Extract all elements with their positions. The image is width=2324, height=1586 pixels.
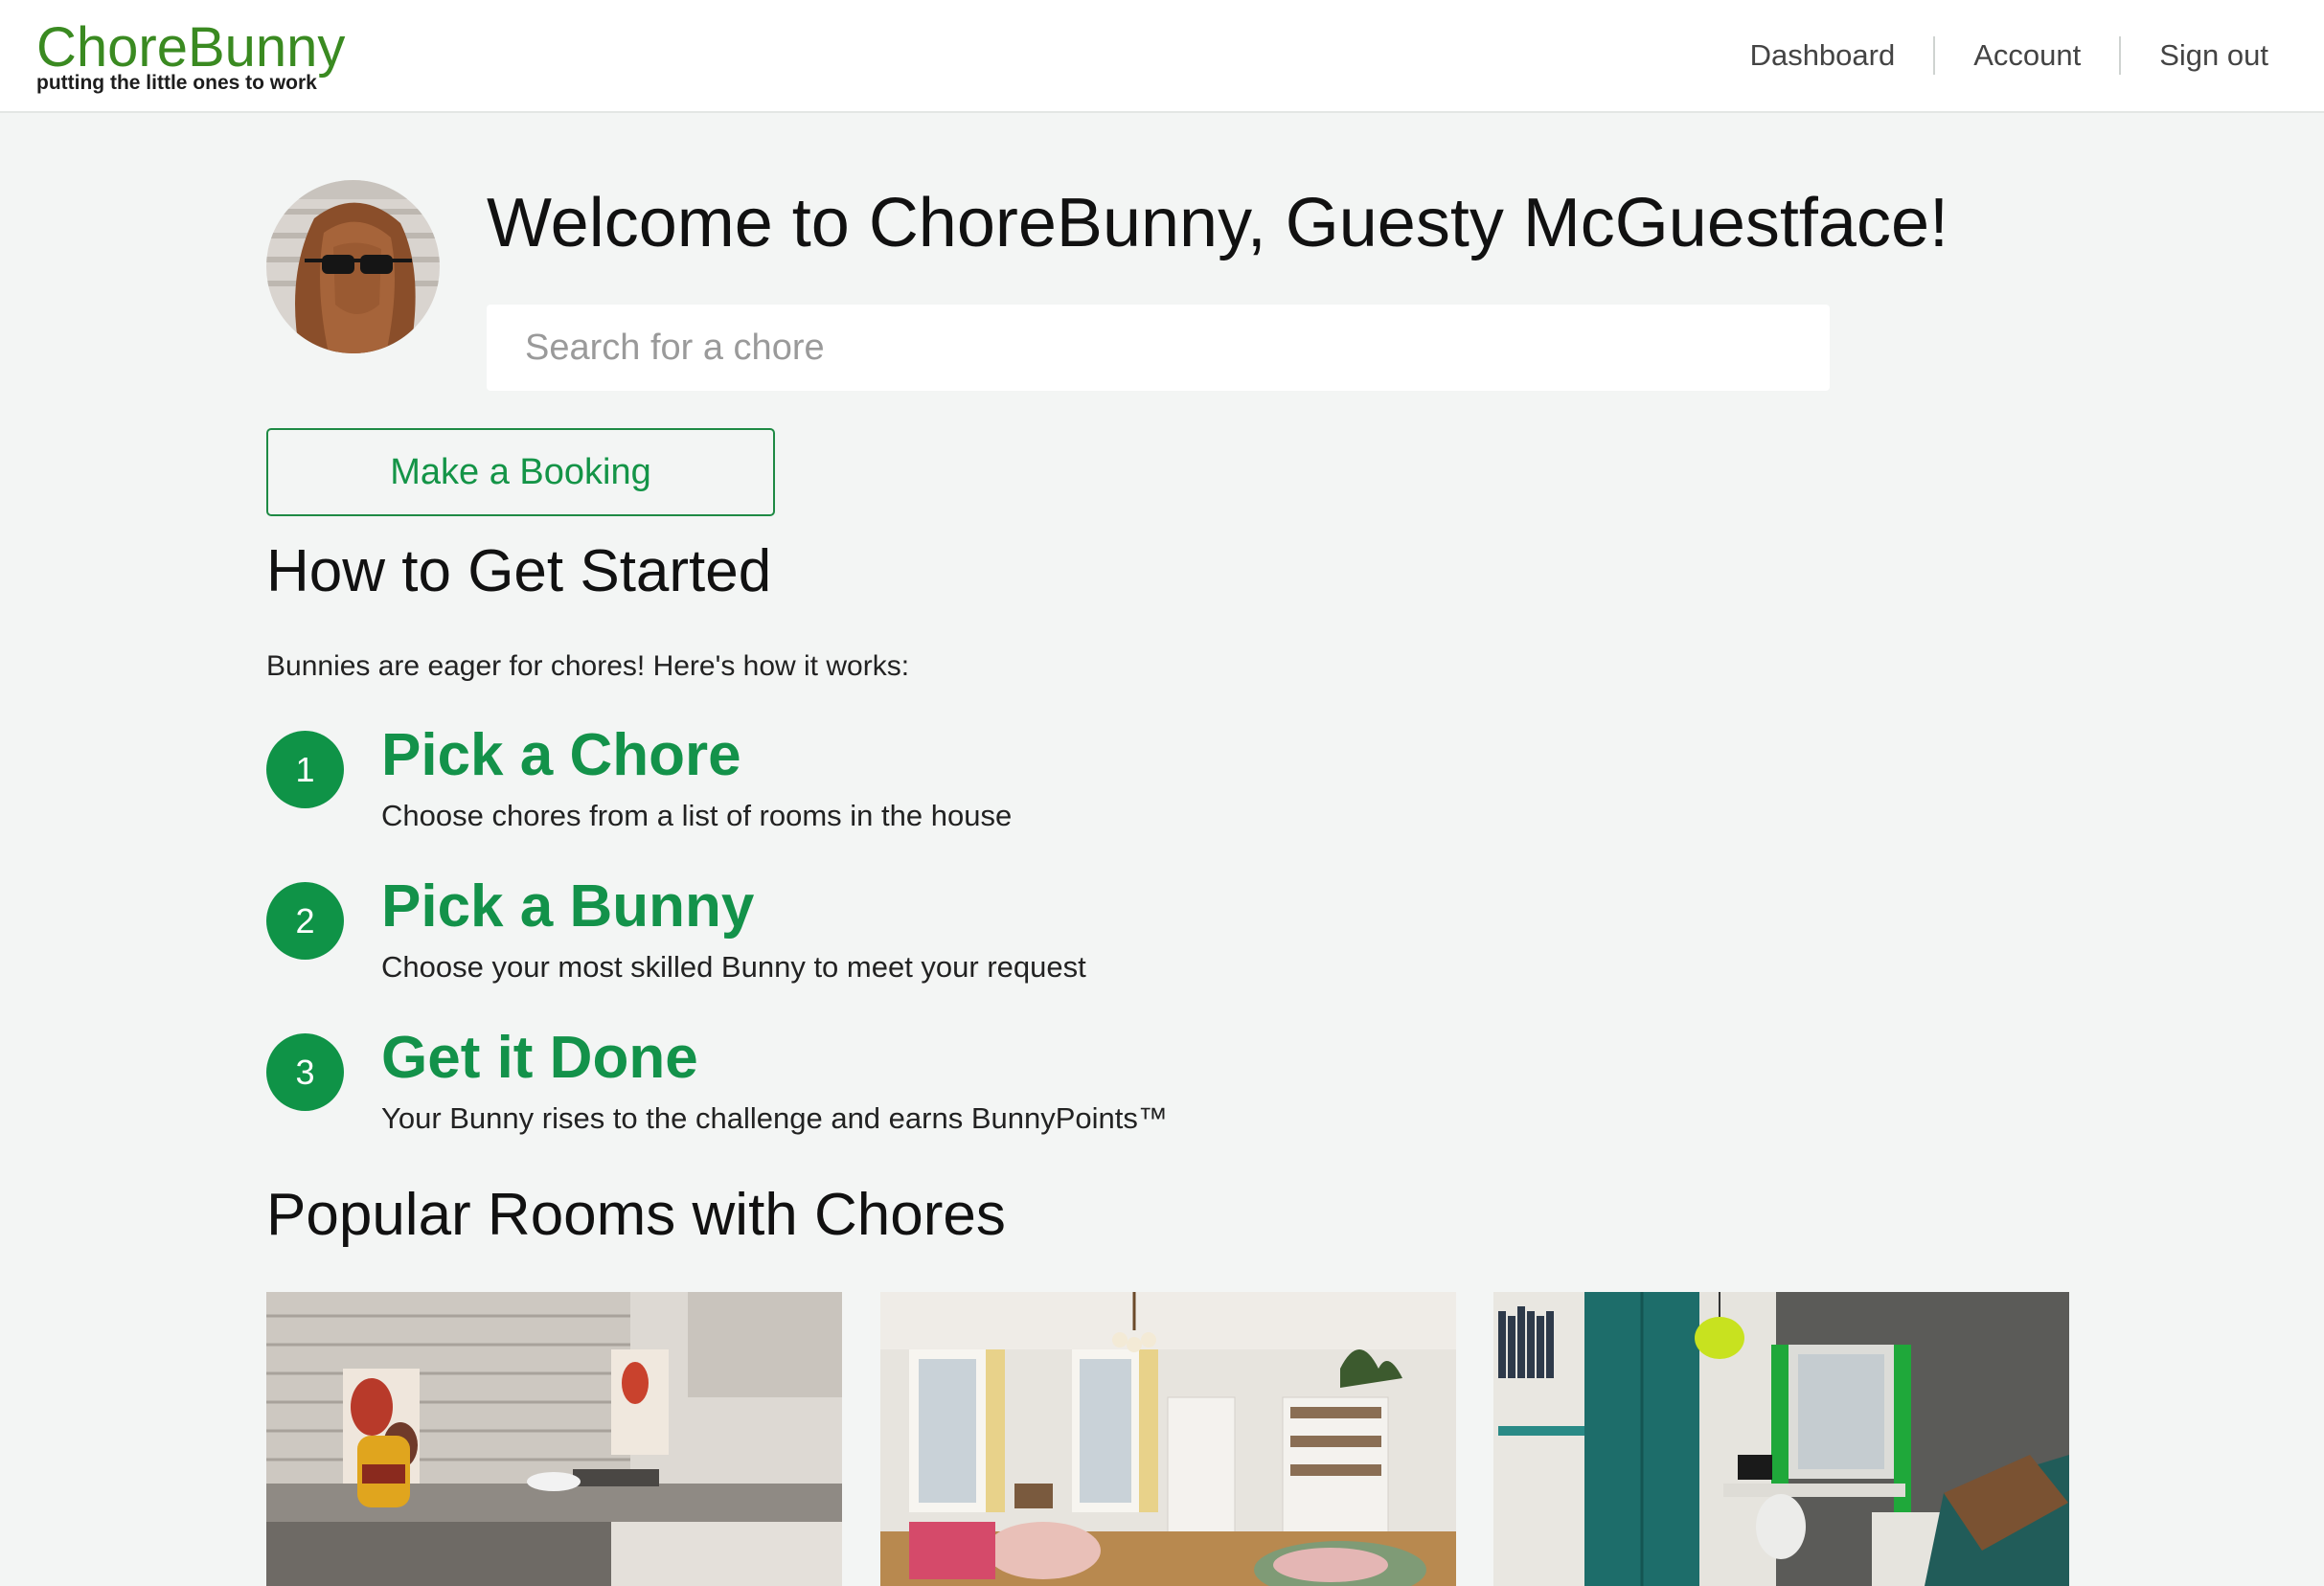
getting-started-intro: Bunnies are eager for chores! Here's how… (266, 650, 910, 682)
step-number-badge: 3 (266, 1033, 344, 1111)
nav-signout-link[interactable]: Sign out (2121, 36, 2288, 75)
bedroom-photo (1493, 1292, 2069, 1586)
step-title: Pick a Bunny (381, 873, 755, 940)
step-number-badge: 1 (266, 731, 344, 808)
step-item: 3 Get it Done Your Bunny rises to the ch… (266, 1025, 1320, 1143)
nav-links: Dashboard Account Sign out (1712, 34, 2288, 77)
brand-logo[interactable]: ChoreBunny putting the little ones to wo… (36, 17, 345, 94)
nav-account-link[interactable]: Account (1935, 36, 2119, 75)
user-avatar (266, 180, 440, 353)
step-description: Choose your most skilled Bunny to meet y… (381, 950, 1086, 984)
step-title: Get it Done (381, 1025, 698, 1091)
nav-dashboard-link[interactable]: Dashboard (1712, 36, 1934, 75)
brand-name: ChoreBunny (36, 16, 346, 79)
popular-rooms-heading: Popular Rooms with Chores (266, 1182, 1006, 1248)
getting-started-heading: How to Get Started (266, 538, 772, 604)
make-booking-button[interactable]: Make a Booking (266, 428, 775, 516)
top-navbar: ChoreBunny putting the little ones to wo… (0, 0, 2324, 113)
step-title: Pick a Chore (381, 722, 741, 788)
chore-search-input[interactable] (487, 305, 1830, 391)
kitchen-photo (266, 1292, 842, 1586)
step-description: Your Bunny rises to the challenge and ea… (381, 1101, 1168, 1135)
room-card-kitchen[interactable] (266, 1292, 842, 1586)
step-description: Choose chores from a list of rooms in th… (381, 799, 1013, 832)
step-item: 1 Pick a Chore Choose chores from a list… (266, 722, 1320, 840)
room-card-living-room[interactable] (880, 1292, 1456, 1586)
step-number-badge: 2 (266, 882, 344, 960)
step-item: 2 Pick a Bunny Choose your most skilled … (266, 873, 1320, 991)
living-room-photo (880, 1292, 1456, 1586)
welcome-heading: Welcome to ChoreBunny, Guesty McGuestfac… (487, 185, 1948, 261)
brand-tagline: putting the little ones to work (36, 72, 317, 94)
room-card-bedroom[interactable] (1493, 1292, 2069, 1586)
